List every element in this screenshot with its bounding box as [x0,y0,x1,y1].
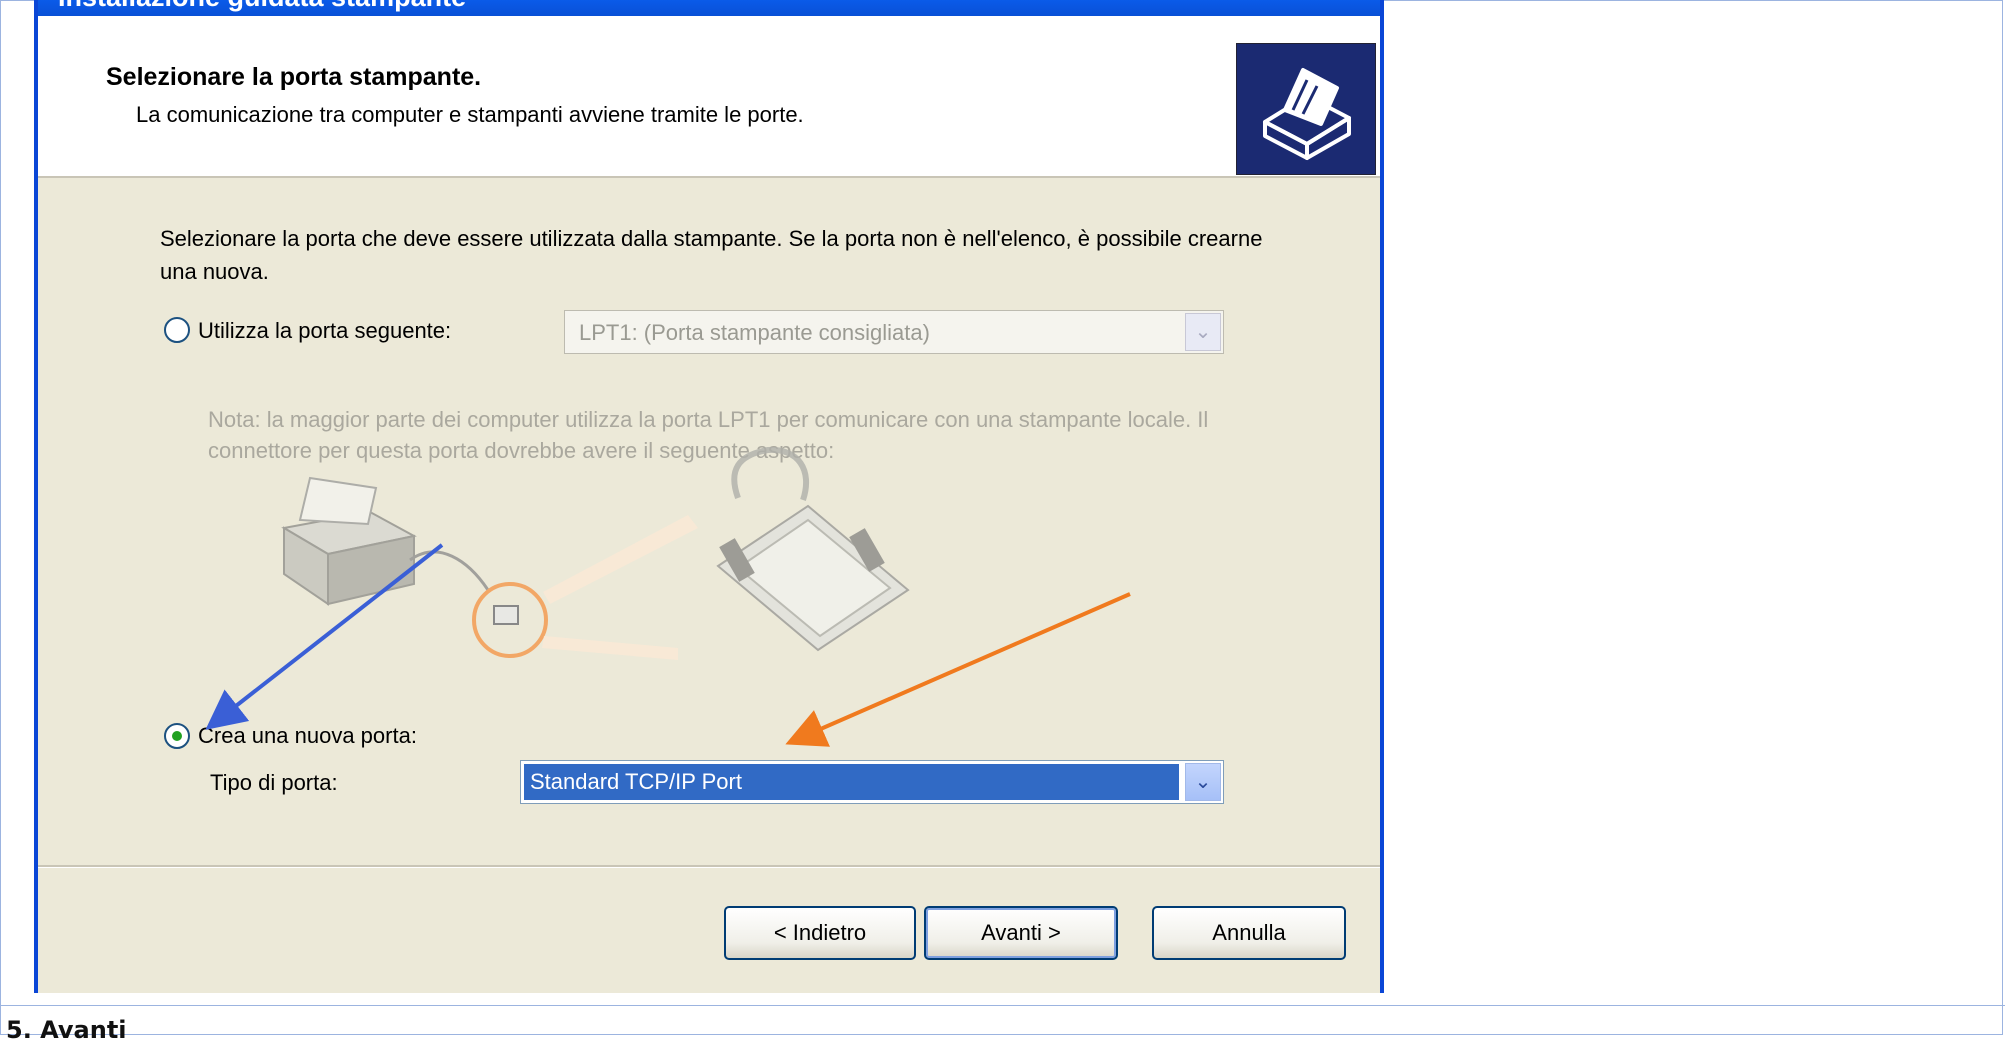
annotation-arrows [205,543,1131,747]
caption-row: 5. Avanti [0,1005,2005,1044]
step-caption: 5. Avanti [6,1016,127,1044]
blue-arrow [205,543,444,730]
orange-arrow [785,592,1131,747]
